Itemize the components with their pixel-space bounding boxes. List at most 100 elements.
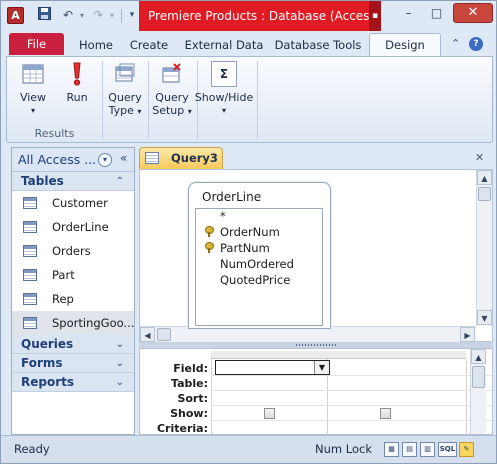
nav-group-queries[interactable]: Queries ⌄ xyxy=(12,335,134,354)
nav-group-tables[interactable]: Tables ⌃ xyxy=(12,172,134,191)
show-hide-dropdown-icon: ▾ xyxy=(221,106,226,115)
scroll-up-arrow-icon[interactable]: ▲ xyxy=(477,170,492,185)
query-type-dropdown-icon: ▾ xyxy=(137,107,142,116)
tab-home[interactable]: Home xyxy=(71,35,121,56)
query-type-label-2: Type ▾ xyxy=(108,104,142,117)
field-list-title[interactable]: OrderLine xyxy=(202,190,261,204)
table-icon xyxy=(23,221,37,233)
nav-item-label: Customer xyxy=(52,196,108,210)
nav-item-label: Orders xyxy=(52,244,91,258)
nav-group-forms[interactable]: Forms ⌄ xyxy=(12,354,134,373)
expand-chevron-icon: ⌄ xyxy=(115,339,124,350)
nav-group-label: Reports xyxy=(21,375,75,389)
field-all[interactable]: * xyxy=(220,209,226,223)
shutter-bar-close-icon[interactable]: « xyxy=(120,151,127,165)
view-button[interactable]: View ▾ xyxy=(13,61,53,117)
close-button[interactable]: ✕ xyxy=(453,3,493,23)
query-type-button[interactable]: Query Type ▾ xyxy=(105,61,145,118)
field-list-orderline[interactable]: OrderLine * OrderNum PartNum NumOrdered … xyxy=(188,182,331,329)
pivottable-view-icon[interactable]: ▤ xyxy=(402,442,417,457)
show-checkbox-col2[interactable] xyxy=(380,408,391,419)
pivotchart-view-icon[interactable]: ▥ xyxy=(420,442,435,457)
tab-file[interactable]: File xyxy=(9,33,64,55)
scroll-up-arrow-icon[interactable]: ▲ xyxy=(471,349,486,364)
status-bar: Ready Num Lock ▦ ▤ ▥ SQL ✎ xyxy=(1,435,496,463)
sql-view-button[interactable]: SQL xyxy=(438,442,457,457)
table-icon xyxy=(23,269,37,281)
tab-create[interactable]: Create xyxy=(123,35,175,56)
table-icon xyxy=(23,197,37,209)
scroll-down-arrow-icon[interactable]: ▼ xyxy=(477,310,492,325)
nav-group-label: Tables xyxy=(21,174,64,188)
tab-external-data[interactable]: External Data xyxy=(181,35,267,56)
collapse-chevron-icon: ⌃ xyxy=(115,176,124,187)
run-exclamation-icon xyxy=(64,61,90,87)
help-icon[interactable]: ? xyxy=(469,37,483,51)
field-combobox[interactable]: ▼ xyxy=(215,360,330,375)
table-pane-vertical-scrollbar[interactable]: ▲ ▼ xyxy=(476,170,492,326)
minimize-button[interactable]: – xyxy=(395,3,422,23)
nav-group-label: Forms xyxy=(21,356,63,370)
design-grid[interactable]: Field: Table: Sort: Show: Criteria: ▼ ▲ xyxy=(139,348,493,435)
document-tab-label: Query3 xyxy=(171,151,218,165)
show-checkbox-col1[interactable] xyxy=(264,408,275,419)
show-hide-label: Show/Hide xyxy=(194,91,254,104)
title-overflow-tag: ▪ xyxy=(369,1,381,31)
grid-row-line xyxy=(211,390,492,391)
field-quotedprice[interactable]: QuotedPrice xyxy=(220,273,290,287)
access-app-icon[interactable]: A xyxy=(7,7,24,24)
nav-pane-title[interactable]: All Access ... xyxy=(18,152,96,167)
scroll-thumb[interactable] xyxy=(478,187,491,201)
ribbon: View ▾ Run Results Query Type ▾ Query Se… xyxy=(6,56,493,143)
chevron-down-icon[interactable]: ▼ xyxy=(314,361,329,374)
nav-item-label: SportingGoo... xyxy=(52,316,135,330)
scroll-right-arrow-icon[interactable]: ▶ xyxy=(460,327,475,342)
results-group-label: Results xyxy=(34,127,75,140)
primary-key-icon xyxy=(204,242,214,253)
tab-query3[interactable]: Query3 xyxy=(139,147,223,169)
nav-menu-chevron-icon[interactable]: ▾ xyxy=(98,153,112,167)
minimize-ribbon-icon[interactable]: ⌃ xyxy=(451,37,460,50)
status-text: Ready xyxy=(14,442,50,456)
row-label-table: Table: xyxy=(170,377,208,390)
field-numordered[interactable]: NumOrdered xyxy=(220,257,294,271)
query-setup-label-1: Query xyxy=(155,91,189,104)
field-ordernum[interactable]: OrderNum xyxy=(220,225,280,239)
close-document-icon[interactable]: ✕ xyxy=(475,151,484,164)
grid-row-line xyxy=(211,420,492,421)
scroll-thumb[interactable] xyxy=(472,366,485,388)
nav-item-customer[interactable]: Customer xyxy=(12,191,134,215)
query-setup-button[interactable]: Query Setup ▾ xyxy=(150,61,194,118)
scroll-left-arrow-icon[interactable]: ◀ xyxy=(140,327,155,342)
query-setup-dropdown-icon: ▾ xyxy=(187,107,192,116)
grid-row-line xyxy=(211,405,492,406)
navigation-pane: All Access ... ▾ « Tables ⌃ Customer Ord… xyxy=(11,147,135,435)
design-view-icon[interactable]: ✎ xyxy=(459,442,474,457)
nav-pane-header[interactable]: All Access ... ▾ « xyxy=(12,148,134,172)
run-label: Run xyxy=(66,91,88,104)
datasheet-view-icon[interactable]: ▦ xyxy=(384,442,399,457)
nav-item-orders[interactable]: Orders xyxy=(12,239,134,263)
column-selector-bar[interactable] xyxy=(211,351,466,359)
nav-item-sportinggoods[interactable]: SportingGoo... xyxy=(12,311,134,335)
access-window: A ↶ ▾ ↷ ▾ ▾ Premiere Products : Database… xyxy=(0,0,497,464)
scroll-thumb[interactable] xyxy=(157,328,171,341)
save-icon[interactable] xyxy=(35,7,53,24)
grid-column-line xyxy=(211,359,212,434)
nav-item-label: Part xyxy=(52,268,75,282)
nav-group-reports[interactable]: Reports ⌄ xyxy=(12,373,134,392)
tab-design[interactable]: Design xyxy=(369,33,441,57)
tab-database-tools[interactable]: Database Tools xyxy=(271,35,365,56)
nav-item-orderline[interactable]: OrderLine xyxy=(12,215,134,239)
grid-vertical-scrollbar[interactable]: ▲ xyxy=(470,349,486,434)
nav-item-part[interactable]: Part xyxy=(12,263,134,287)
redo-dropdown-icon[interactable]: ▾ xyxy=(103,7,121,24)
ribbon-group-separator xyxy=(148,61,149,139)
nav-item-rep[interactable]: Rep xyxy=(12,287,134,311)
field-partnum[interactable]: PartNum xyxy=(220,241,270,255)
splitter-grip[interactable] xyxy=(296,344,336,346)
maximize-button[interactable]: □ xyxy=(423,3,450,23)
show-hide-button[interactable]: Σ Show/Hide ▾ xyxy=(194,61,254,117)
query-setup-label-2: Setup ▾ xyxy=(152,104,192,117)
run-button[interactable]: Run xyxy=(59,61,95,104)
